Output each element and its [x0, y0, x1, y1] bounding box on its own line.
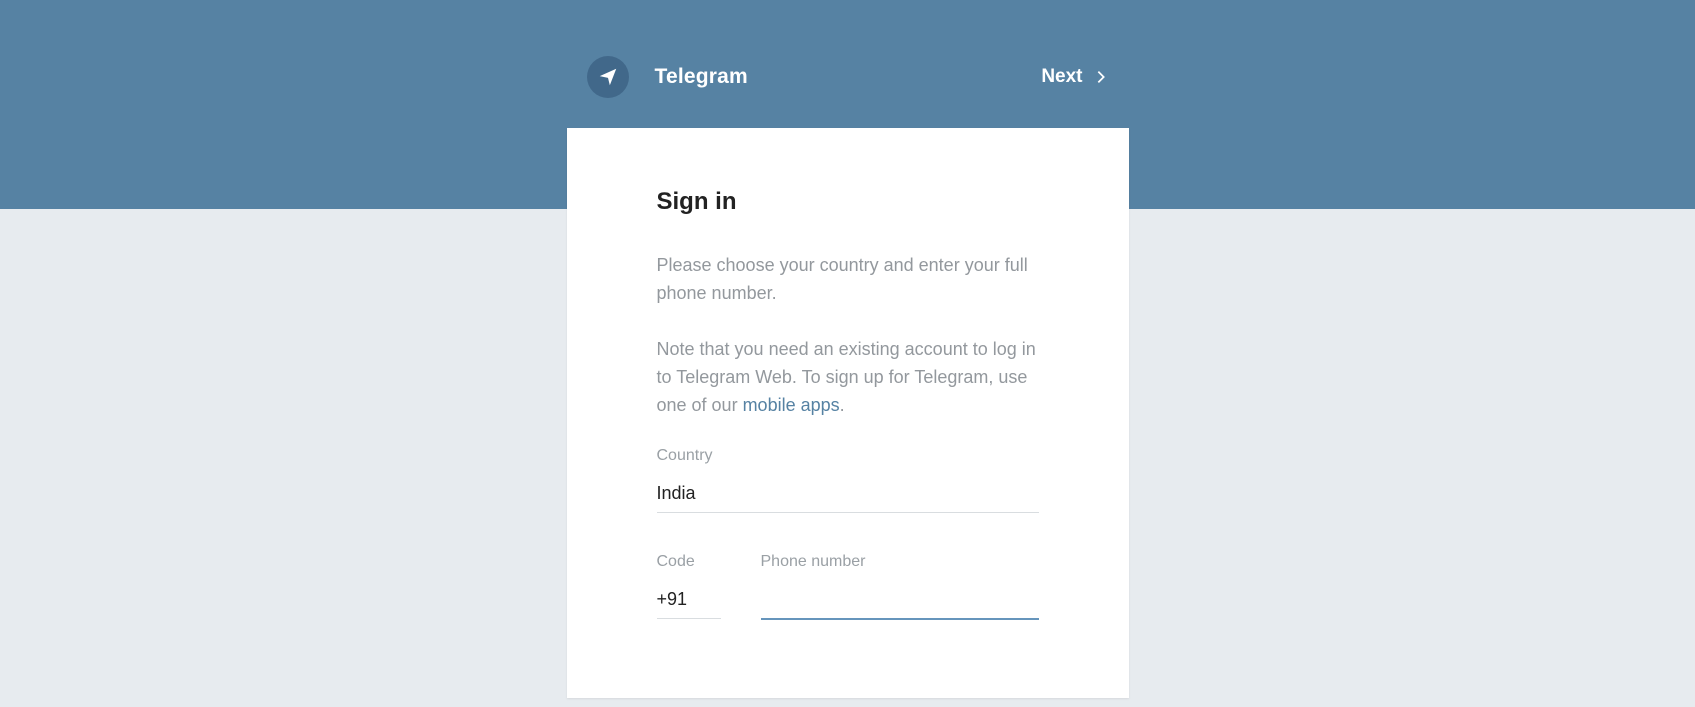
phone-input[interactable]: [761, 583, 1039, 620]
mobile-apps-link[interactable]: mobile apps: [743, 395, 840, 415]
country-field: Country: [657, 447, 1039, 513]
phone-label: Phone number: [761, 553, 1039, 571]
brand: Telegram: [587, 56, 748, 98]
next-button[interactable]: Next: [1041, 66, 1108, 88]
code-field: Code: [657, 553, 721, 620]
note-prefix: Note that you need an existing account t…: [657, 339, 1036, 415]
country-input[interactable]: [657, 477, 1039, 513]
phone-row: Code Phone number: [657, 553, 1039, 620]
card-title: Sign in: [657, 188, 1039, 216]
phone-field: Phone number: [761, 553, 1039, 620]
signin-card: Sign in Please choose your country and e…: [567, 128, 1129, 698]
telegram-logo-icon: [587, 56, 629, 98]
chevron-right-icon: [1093, 69, 1109, 85]
top-bar: Telegram Next: [567, 0, 1129, 128]
app-name: Telegram: [655, 65, 748, 89]
instruction-text: Please choose your country and enter you…: [657, 252, 1039, 308]
next-button-label: Next: [1041, 66, 1082, 88]
code-label: Code: [657, 553, 721, 571]
note-text: Note that you need an existing account t…: [657, 336, 1039, 420]
main-container: Telegram Next Sign in Please choose your…: [567, 0, 1129, 698]
code-input[interactable]: [657, 583, 721, 619]
country-label: Country: [657, 447, 1039, 465]
note-period: .: [840, 395, 845, 415]
